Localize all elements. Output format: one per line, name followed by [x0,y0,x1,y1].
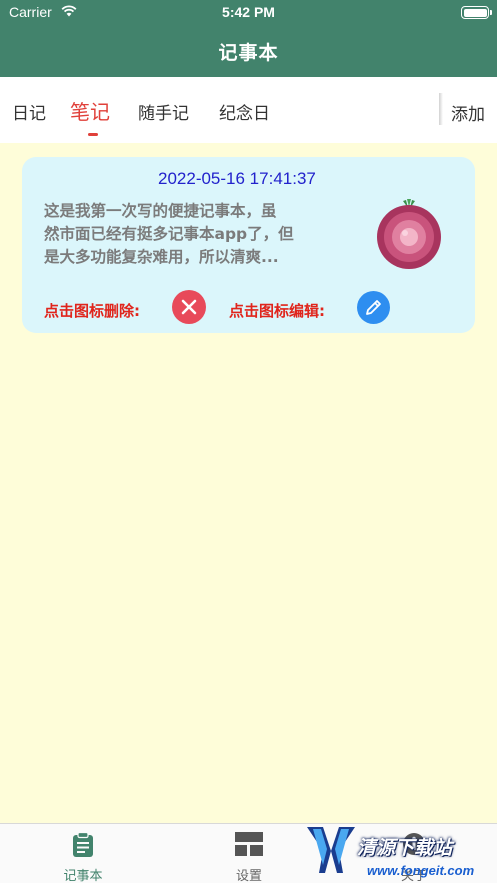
page-title: 记事本 [218,42,279,64]
bottom-nav: 记事本 设置 关于 [0,823,497,883]
battery-icon [461,6,492,19]
note-preview-line: 然市面已经有挺多记事本app了，但 [44,225,294,243]
onion-icon [377,199,441,269]
category-tabs: 日记 笔记 随手记 纪念日 添加 [0,77,497,143]
tab-diary[interactable]: 日记 [12,99,46,124]
clipboard-icon [73,832,93,857]
delete-hint-label: 点击图标删除: [44,302,140,320]
status-bar: Carrier 5:42 PM [0,0,497,26]
close-icon [181,299,197,315]
tab-quick-notes[interactable]: 随手记 [138,99,189,124]
info-icon [403,833,425,855]
edit-button[interactable] [357,291,390,324]
note-preview: 这是我第一次写的便捷记事本，虽 然市面已经有挺多记事本app了，但 是大多功能复… [44,200,349,269]
pencil-icon [366,300,381,315]
note-preview-line: 是大多功能复杂难用，所以清爽... [44,248,279,266]
note-preview-line: 这是我第一次写的便捷记事本，虽 [44,202,277,220]
nav-label: 设置 [235,869,262,883]
tab-notes[interactable]: 笔记 [70,96,110,125]
nav-label: 记事本 [63,869,103,883]
nav-settings[interactable]: 设置 [166,824,332,883]
note-date: 2022-05-16 17:41:37 [158,169,316,188]
add-button[interactable]: 添加 [451,100,485,125]
add-divider [439,93,443,125]
tab-anniversary[interactable]: 纪念日 [219,99,270,124]
edit-hint-label: 点击图标编辑: [229,302,325,320]
nav-about[interactable]: 关于 [331,824,497,883]
app-header: Carrier 5:42 PM 记事本 [0,0,497,77]
active-tab-indicator [88,133,98,136]
note-card[interactable]: 2022-05-16 17:41:37 这是我第一次写的便捷记事本，虽 然市面已… [22,157,475,333]
nav-label: 关于 [400,869,427,883]
delete-button[interactable] [172,290,206,324]
nav-notes[interactable]: 记事本 [0,824,166,883]
grid-icon [235,832,263,856]
status-time: 5:42 PM [222,4,275,20]
